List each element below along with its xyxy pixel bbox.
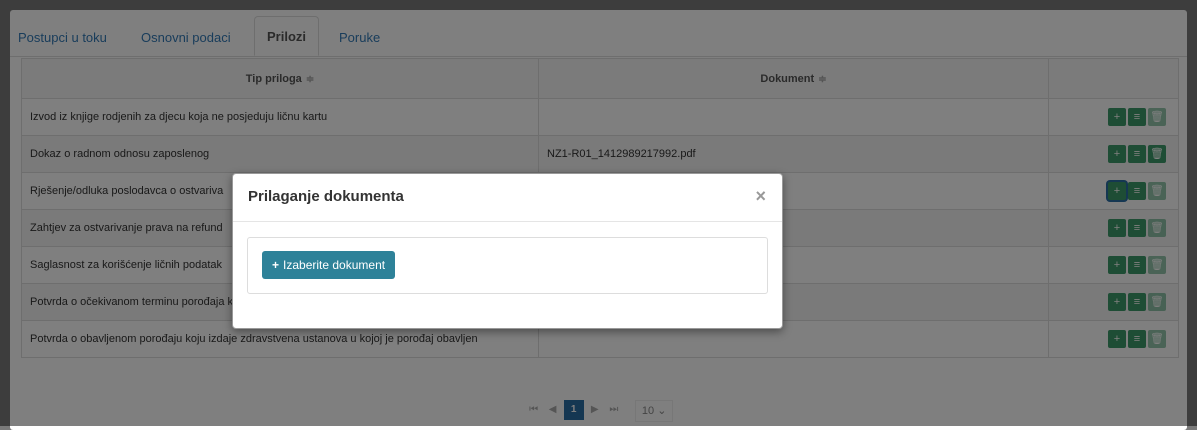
modal-title: Prilaganje dokumenta (248, 188, 404, 205)
upload-area: + Izaberite dokument (247, 237, 768, 294)
plus-icon: + (272, 258, 280, 272)
close-icon[interactable]: × (755, 187, 766, 205)
choose-document-label: Izaberite dokument (283, 258, 386, 272)
choose-document-button[interactable]: + Izaberite dokument (262, 251, 396, 279)
modal-header: Prilaganje dokumenta × (233, 174, 782, 222)
attach-document-modal: Prilaganje dokumenta × + Izaberite dokume… (232, 173, 783, 329)
